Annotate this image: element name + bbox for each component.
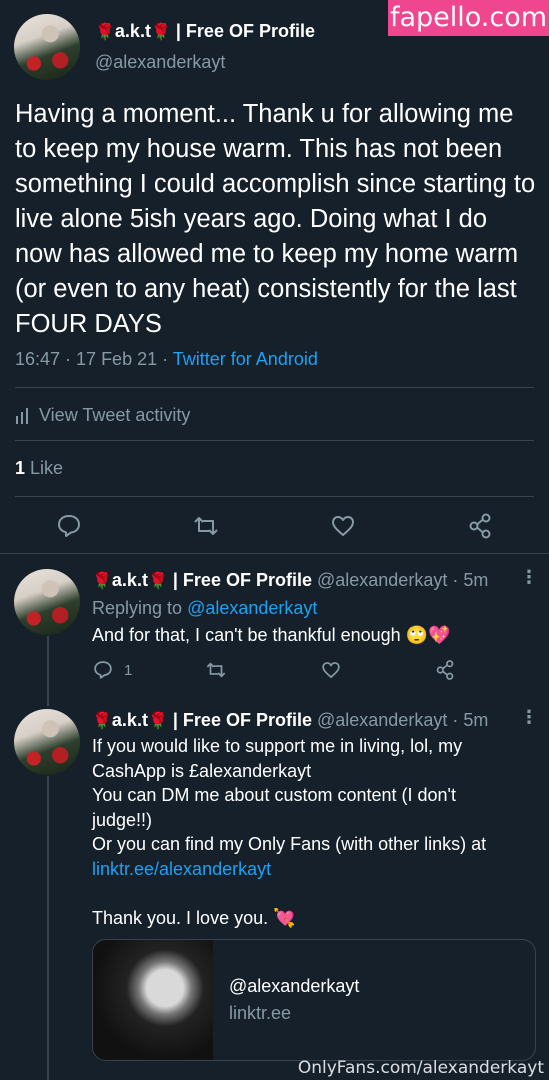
rose-emoji: 🌹 (150, 24, 171, 41)
rose-emoji: 🌹 (95, 24, 115, 41)
like-icon[interactable] (329, 512, 357, 540)
bar-chart-icon (15, 408, 33, 425)
card-image (93, 940, 213, 1060)
reply-icon[interactable] (92, 659, 114, 681)
linktree-link[interactable]: linktr.ee/alexanderkayt (92, 857, 532, 882)
more-icon[interactable]: ⋮ (520, 567, 538, 588)
avatar[interactable] (14, 14, 80, 80)
view-tweet-activity[interactable]: View Tweet activity (15, 405, 190, 426)
timestamp: 16:47 · 17 Feb 21 · (15, 349, 173, 369)
fapello-watermark: fapello.com (388, 0, 549, 36)
reply-text: And for that, I can't be thankful enough… (92, 625, 451, 645)
onlyfans-watermark: OnlyFans.com/alexanderkayt (297, 1058, 544, 1078)
display-name[interactable]: 🌹a.k.t🌹 | Free OF Profile @alexanderkayt… (92, 710, 488, 731)
avatar[interactable] (14, 569, 80, 635)
card-title: @alexanderkayt (229, 976, 360, 996)
retweet-icon[interactable] (192, 512, 220, 540)
divider (15, 440, 534, 441)
handle: @alexanderkayt · 5m (316, 710, 489, 730)
share-icon[interactable] (466, 512, 494, 540)
divider (15, 496, 534, 497)
display-name[interactable]: 🌹a.k.t🌹 | Free OF Profile @alexanderkayt… (92, 570, 488, 591)
thread-line (47, 636, 49, 706)
retweet-icon[interactable] (205, 659, 227, 681)
reply-text: If you would like to support me in livin… (92, 734, 532, 931)
replying-handle-link[interactable]: @alexanderkayt (187, 598, 317, 618)
link-card[interactable]: @alexanderkayt linktr.ee (92, 939, 536, 1061)
reply-icon[interactable] (55, 512, 83, 540)
thread-line (47, 776, 49, 1080)
display-name[interactable]: 🌹a.k.t🌹 | Free OF Profile (95, 21, 315, 42)
avatar[interactable] (14, 709, 80, 775)
separator (0, 553, 549, 554)
reply-count: 1 (124, 662, 133, 679)
share-icon[interactable] (434, 659, 456, 681)
more-icon[interactable]: ⋮ (520, 707, 538, 728)
card-domain: linktr.ee (229, 1003, 292, 1023)
tweet-text: Having a moment... Thank u for allowing … (15, 100, 536, 338)
likes-count[interactable]: 1 Like (15, 458, 63, 479)
handle[interactable]: @alexanderkayt (95, 52, 225, 73)
like-icon[interactable] (320, 659, 342, 681)
tweet-meta: 16:47 · 17 Feb 21 · Twitter for Android (15, 349, 318, 370)
handle: @alexanderkayt · 5m (316, 570, 489, 590)
source-link[interactable]: Twitter for Android (173, 349, 318, 369)
replying-to: Replying to @alexanderkayt (92, 598, 318, 618)
divider (15, 387, 534, 388)
